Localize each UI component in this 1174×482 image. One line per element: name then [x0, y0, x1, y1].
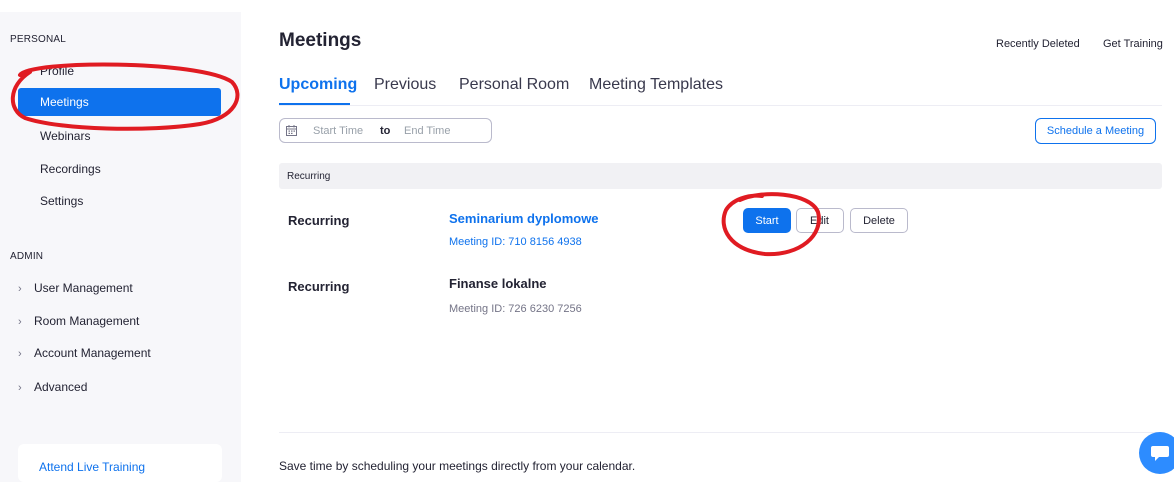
date-range-picker[interactable]: Start Time to End Time: [279, 118, 492, 143]
chevron-right-icon: ›: [18, 283, 22, 295]
schedule-meeting-button[interactable]: Schedule a Meeting: [1035, 118, 1156, 144]
delete-button[interactable]: Delete: [850, 208, 908, 233]
chat-icon: [1151, 446, 1169, 461]
sidebar-item-label: Account Management: [34, 346, 151, 360]
tab-divider: [279, 105, 1162, 106]
sidebar-item-label: Room Management: [34, 314, 140, 328]
sidebar-item-label: Advanced: [34, 380, 88, 394]
calendar-integration-text: Save time by scheduling your meetings di…: [279, 459, 636, 473]
start-button[interactable]: Start: [743, 208, 791, 233]
date-range-separator: to: [380, 125, 391, 137]
sidebar-item-room-management[interactable]: › Room Management: [18, 310, 139, 332]
sidebar-item-webinars[interactable]: Webinars: [18, 122, 221, 150]
meeting-type: Recurring: [288, 279, 350, 294]
group-label: Recurring: [287, 171, 331, 182]
sidebar-item-recordings[interactable]: Recordings: [18, 155, 221, 183]
start-time-input[interactable]: Start Time: [313, 125, 363, 137]
sidebar-item-label: User Management: [34, 281, 133, 295]
sidebar-item-advanced[interactable]: › Advanced: [18, 376, 87, 398]
edit-button[interactable]: Edit: [796, 208, 844, 233]
chevron-right-icon: ›: [18, 348, 22, 360]
recurring-group-header: Recurring: [279, 163, 1162, 189]
footer-divider: [279, 432, 1162, 433]
meeting-id: Meeting ID: 726 6230 7256: [449, 303, 582, 315]
sidebar-item-settings[interactable]: Settings: [18, 187, 221, 215]
sidebar-item-account-management[interactable]: › Account Management: [18, 342, 151, 364]
admin-section-title: ADMIN: [10, 251, 44, 262]
tab-upcoming[interactable]: Upcoming: [279, 76, 357, 94]
meeting-topic-link[interactable]: Seminarium dyplomowe: [449, 211, 599, 226]
attend-live-training-link[interactable]: Attend Live Training: [39, 460, 145, 474]
meeting-type: Recurring: [288, 213, 350, 228]
meeting-topic[interactable]: Finanse lokalne: [449, 276, 547, 291]
chat-support-button[interactable]: [1139, 432, 1174, 474]
calendar-icon: [286, 125, 297, 136]
sidebar-item-profile[interactable]: Profile: [18, 57, 221, 85]
sidebar: PERSONAL Profile Meetings Webinars Recor…: [0, 12, 241, 482]
chevron-right-icon: ›: [18, 382, 22, 394]
tab-meeting-templates[interactable]: Meeting Templates: [589, 76, 723, 94]
get-training-link[interactable]: Get Training: [1103, 38, 1163, 50]
chevron-right-icon: ›: [18, 316, 22, 328]
page-title: Meetings: [279, 30, 362, 51]
live-training-card: Attend Live Training: [18, 444, 222, 482]
tab-previous[interactable]: Previous: [374, 76, 436, 94]
tab-personal-room[interactable]: Personal Room: [459, 76, 569, 94]
end-time-input[interactable]: End Time: [404, 125, 450, 137]
personal-section-title: PERSONAL: [10, 34, 67, 45]
sidebar-item-user-management[interactable]: › User Management: [18, 277, 133, 299]
meeting-id[interactable]: Meeting ID: 710 8156 4938: [449, 236, 582, 248]
recently-deleted-link[interactable]: Recently Deleted: [996, 38, 1080, 50]
sidebar-item-meetings[interactable]: Meetings: [18, 88, 221, 116]
